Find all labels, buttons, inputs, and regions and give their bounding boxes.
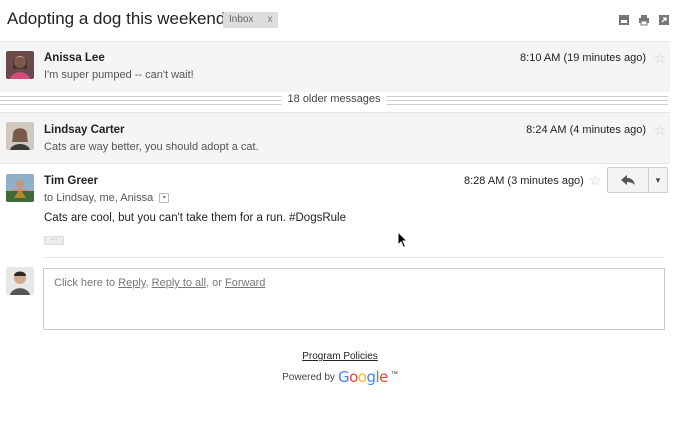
message-body: Cats are cool, but you can't take them f…: [44, 212, 346, 224]
sender-name: Anissa Lee: [44, 52, 105, 64]
reply-button-group: ▾: [607, 167, 668, 193]
sender-name: Tim Greer: [44, 175, 99, 187]
reply-link[interactable]: Reply: [118, 277, 145, 289]
older-messages-count: 18 older messages: [281, 93, 387, 105]
archive-icon[interactable]: [618, 14, 630, 26]
reply-button[interactable]: [607, 167, 649, 193]
divider: [44, 257, 664, 258]
program-policies-link[interactable]: Program Policies: [302, 351, 378, 362]
recipients-text: to Lindsay, me, Anissa: [44, 192, 154, 204]
message-date: 8:10 AM (19 minutes ago): [520, 52, 646, 64]
avatar: [6, 51, 34, 79]
thread-subject: Adopting a dog this weekend :): [7, 9, 241, 28]
thread-header: Adopting a dog this weekend :) Inbox x: [0, 0, 680, 40]
reply-separator: , or: [206, 277, 226, 289]
show-trimmed-content-button[interactable]: ···: [44, 236, 64, 245]
avatar: [6, 122, 34, 150]
sender-name: Lindsay Carter: [44, 124, 125, 136]
mouse-cursor-icon: [397, 231, 409, 249]
message-date: 8:28 AM (3 minutes ago): [464, 175, 584, 187]
older-messages-expander[interactable]: 18 older messages: [0, 92, 668, 109]
message-date: 8:24 AM (4 minutes ago): [526, 124, 646, 136]
reply-prompt: Click here to Reply, Reply to all, or Fo…: [54, 277, 265, 289]
message-snippet: Cats are way better, you should adopt a …: [44, 141, 259, 153]
message-snippet: I'm super pumped -- can't wait!: [44, 69, 194, 81]
message-collapsed[interactable]: Lindsay Carter Cats are way better, you …: [0, 112, 670, 163]
forward-link[interactable]: Forward: [225, 277, 265, 289]
star-icon[interactable]: ☆: [589, 173, 602, 187]
message-collapsed[interactable]: Anissa Lee I'm super pumped -- can't wai…: [0, 41, 670, 92]
inbox-label-chip[interactable]: Inbox x: [223, 12, 279, 28]
trademark: ™: [390, 371, 398, 378]
reply-all-link[interactable]: Reply to all: [152, 277, 206, 289]
powered-by: Powered by Google ™: [0, 368, 680, 386]
popout-icon[interactable]: [658, 14, 670, 26]
remove-label-button[interactable]: x: [267, 12, 272, 28]
star-icon[interactable]: ☆: [653, 123, 666, 137]
print-icon[interactable]: [638, 14, 650, 26]
avatar: [6, 174, 34, 202]
show-details-dropdown[interactable]: ▾: [159, 193, 170, 203]
google-logo: Google: [337, 368, 388, 386]
powered-by-text: Powered by: [282, 371, 335, 383]
recipients-line: to Lindsay, me, Anissa ▾: [44, 192, 170, 204]
reply-icon: [621, 175, 635, 185]
avatar: [6, 267, 34, 295]
footer: Program Policies Powered by Google ™: [0, 346, 680, 386]
thread-actions: [618, 14, 670, 26]
reply-prefix: Click here to: [54, 277, 119, 289]
reply-box[interactable]: Click here to Reply, Reply to all, or Fo…: [43, 268, 665, 330]
star-icon[interactable]: ☆: [653, 51, 666, 65]
label-text: Inbox: [229, 14, 254, 25]
more-options-button[interactable]: ▾: [649, 167, 668, 193]
message-expanded: Tim Greer 8:28 AM (3 minutes ago) ☆: [0, 163, 670, 258]
